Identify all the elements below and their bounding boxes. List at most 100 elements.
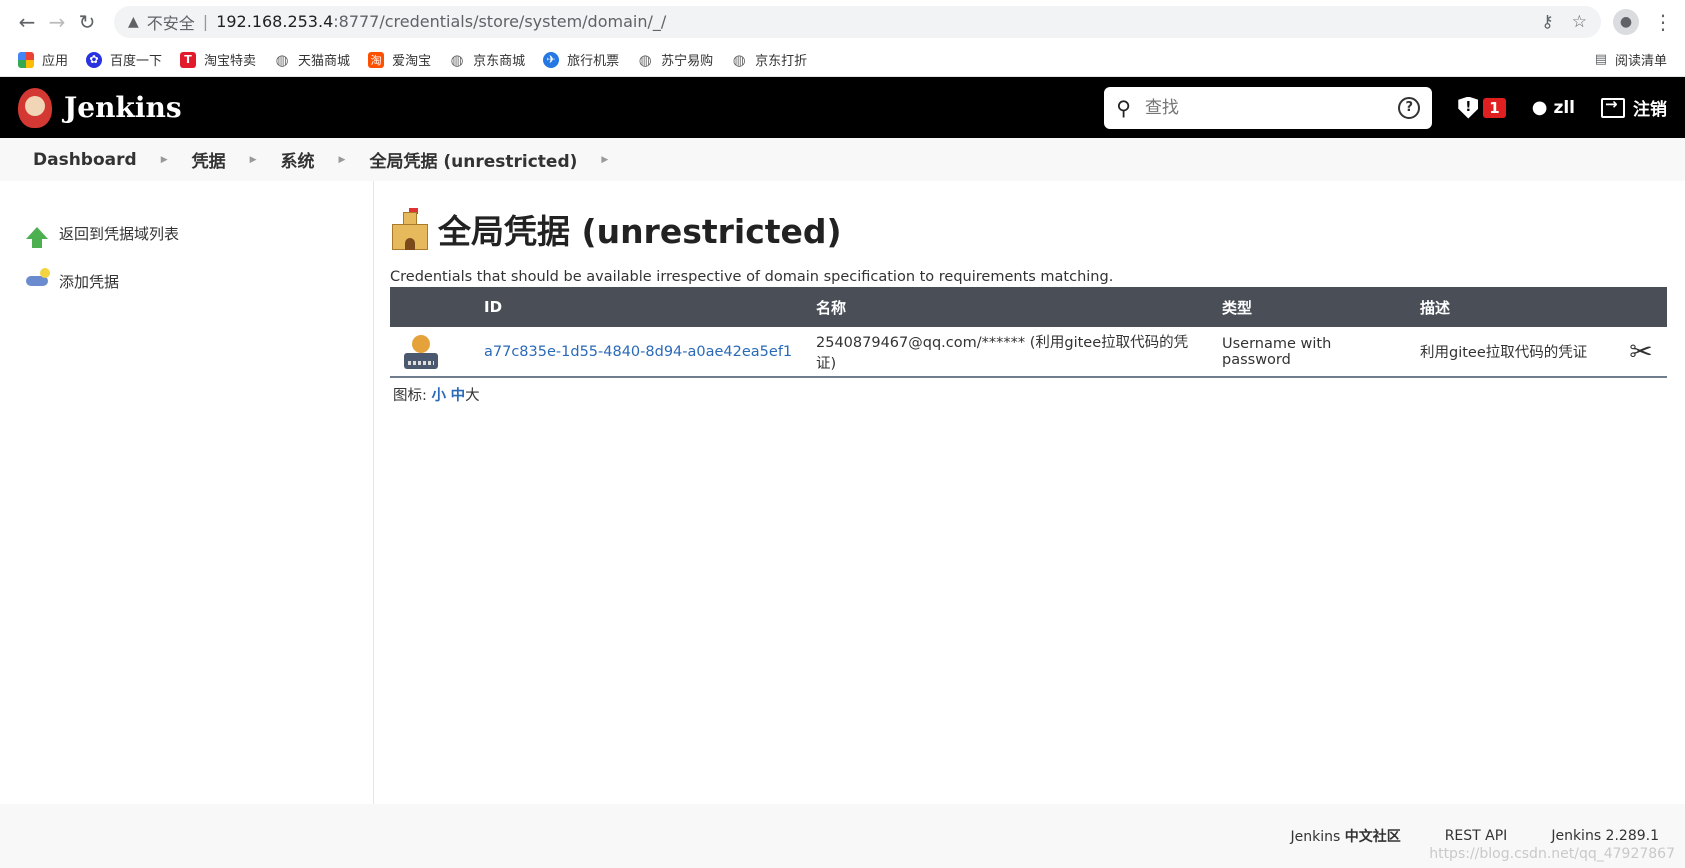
breadcrumb-arrow-icon[interactable]: ▶ [339, 155, 346, 165]
credentials-table: ID 名称 类型 描述 a77c835e-1d55-4840-8d94-a0ae… [390, 287, 1667, 378]
bookmark-suning[interactable]: ◍ 苏宁易购 [637, 50, 714, 70]
col-icon-header [390, 287, 474, 327]
search-input[interactable] [1144, 97, 1399, 118]
globe-icon: ◍ [450, 50, 464, 69]
up-arrow-icon [25, 221, 49, 248]
shield-icon: ! [1458, 96, 1479, 119]
icon-size-selector: 图标: 小 中大 [390, 384, 1667, 405]
main-area: 返回到凭据域列表 添加凭据 全局凭据 (unrestricted) Creden… [0, 181, 1685, 805]
credential-name-cell: 2540879467@qq.com/****** (利用gitee拉取代码的凭证… [806, 327, 1212, 378]
page-description: Credentials that should be available irr… [390, 269, 1114, 285]
back-icon[interactable]: ← [12, 7, 42, 37]
credential-id-link[interactable]: a77c835e-1d55-4840-8d94-a0ae42ea5ef1 [484, 344, 792, 360]
globe-icon: ◍ [732, 50, 746, 69]
credential-description-cell: 利用gitee拉取代码的凭证 [1410, 327, 1615, 378]
key-icon [25, 268, 50, 293]
credential-id-cell: a77c835e-1d55-4840-8d94-a0ae42ea5ef1 [474, 327, 806, 378]
bookmark-label: 淘宝特卖 [204, 54, 257, 69]
breadcrumb-arrow-icon[interactable]: ▶ [250, 155, 257, 165]
icon-size-large: 大 [465, 388, 480, 404]
breadcrumb-arrow-icon[interactable]: ▶ [161, 155, 168, 165]
breadcrumb: Dashboard ▶ 凭据 ▶ 系统 ▶ 全局凭据 (unrestricted) ▶ [0, 138, 1685, 181]
col-name-header[interactable]: 名称 [806, 287, 1212, 327]
search-box: ⚲ ? [1104, 86, 1433, 129]
sidebar: 返回到凭据域列表 添加凭据 [0, 181, 374, 805]
reading-list[interactable]: ▤ 阅读清单 [1595, 50, 1667, 69]
bookmark-label: 苏宁易购 [661, 54, 714, 69]
reading-list-icon: ▤ [1594, 52, 1607, 67]
logout-icon [1601, 95, 1625, 118]
jenkins-logo[interactable]: Jenkins [18, 87, 182, 128]
travel-icon: ✈ [543, 51, 560, 68]
user-password-icon [404, 334, 438, 369]
user-name: zll [1553, 97, 1575, 118]
bookmark-jd-discount[interactable]: ◍ 京东打折 [731, 50, 808, 70]
breadcrumb-arrow-icon[interactable]: ▶ [601, 155, 608, 165]
community-link[interactable]: Jenkins 中文社区 [1246, 826, 1400, 846]
bookmark-label: 旅行机票 [567, 54, 620, 69]
col-id-header[interactable]: ID [474, 287, 806, 327]
user-icon: ● [1531, 97, 1548, 118]
icon-size-label: 图标: [393, 388, 427, 404]
password-key-icon[interactable]: ⚷ [1541, 12, 1553, 32]
sidebar-item-label: 添加凭据 [59, 272, 120, 291]
breadcrumb-credentials[interactable]: 凭据 [192, 147, 226, 172]
warning-icon: ▲ [128, 13, 139, 30]
col-description-header[interactable]: 描述 [1410, 287, 1615, 327]
credential-type-cell [390, 327, 474, 378]
jenkins-header: Jenkins ⚲ ? ! 1 ● zll 注销 [0, 77, 1685, 138]
sidebar-item-label: 返回到凭据域列表 [59, 224, 180, 243]
bookmark-apps[interactable]: 应用 [18, 50, 68, 69]
col-type-header[interactable]: 类型 [1212, 287, 1410, 327]
bookmark-taobao-sale[interactable]: T 淘宝特卖 [180, 50, 256, 69]
table-row: a77c835e-1d55-4840-8d94-a0ae42ea5ef1 254… [390, 327, 1667, 378]
menu-kebab-icon[interactable]: ⋮ [1653, 10, 1673, 34]
bookmark-aitaobao[interactable]: 淘爱淘宝 [368, 50, 431, 69]
breadcrumb-dashboard[interactable]: Dashboard [33, 150, 137, 170]
url-path: :8777/credentials/store/system/domain/_/ [333, 12, 667, 31]
profile-avatar-icon[interactable]: ● [1613, 8, 1639, 35]
configure-tools-icon[interactable]: ✂ [1615, 327, 1667, 378]
castle-icon [390, 208, 430, 250]
bookmark-tmall[interactable]: ◍ 天猫商城 [274, 50, 351, 70]
bookmark-travel[interactable]: ✈ 旅行机票 [543, 50, 619, 69]
rest-api-link[interactable]: REST API [1445, 828, 1508, 844]
bookmark-label: 京东打折 [755, 54, 808, 69]
breadcrumb-global-credentials[interactable]: 全局凭据 (unrestricted) [369, 147, 577, 172]
breadcrumb-system[interactable]: 系统 [281, 147, 315, 172]
col-action-header [1615, 287, 1667, 327]
globe-icon: ◍ [638, 50, 652, 69]
url-separator: | [202, 12, 209, 31]
bookmark-label: 百度一下 [110, 54, 163, 69]
bookmark-label: 应用 [42, 54, 69, 69]
logout-button[interactable]: 注销 [1601, 95, 1667, 120]
sidebar-item-back-to-domains[interactable]: 返回到凭据域列表 [0, 209, 373, 257]
alert-count-badge: 1 [1483, 97, 1506, 118]
insecure-label: 不安全 [146, 13, 195, 33]
version-link[interactable]: Jenkins 2.289.1 [1551, 828, 1659, 844]
forward-icon[interactable]: → [42, 7, 72, 37]
security-alerts[interactable]: ! 1 [1458, 96, 1506, 119]
bookmark-jd[interactable]: ◍ 京东商城 [449, 50, 526, 70]
help-icon[interactable]: ? [1398, 96, 1421, 119]
logout-label: 注销 [1633, 100, 1667, 120]
reading-list-label: 阅读清单 [1614, 54, 1667, 69]
table-header-row: ID 名称 类型 描述 [390, 287, 1667, 327]
page-title: 全局凭据 (unrestricted) [438, 212, 842, 251]
icon-size-small[interactable]: 小 [432, 388, 447, 404]
sidebar-item-add-credential[interactable]: 添加凭据 [0, 257, 373, 305]
title-row: 全局凭据 (unrestricted) [390, 205, 1667, 253]
user-menu[interactable]: ● zll [1532, 97, 1575, 118]
bookmark-star-icon[interactable]: ☆ [1572, 12, 1587, 32]
content: 全局凭据 (unrestricted) Credentials that sho… [374, 181, 1685, 805]
community-label: 中文社区 [1344, 829, 1401, 845]
apps-grid-icon [18, 51, 34, 68]
bookmark-label: 京东商城 [473, 54, 526, 69]
address-bar[interactable]: ▲ 不安全 | 192.168.253.4:8777/credentials/s… [114, 5, 1601, 38]
community-prefix: Jenkins [1290, 829, 1341, 845]
icon-size-medium[interactable]: 中 [451, 388, 466, 404]
bookmark-baidu[interactable]: ✿ 百度一下 [86, 50, 162, 69]
url-host: 192.168.253.4 [216, 12, 334, 31]
reload-icon[interactable]: ↻ [72, 7, 102, 37]
brand-name: Jenkins [64, 91, 182, 124]
